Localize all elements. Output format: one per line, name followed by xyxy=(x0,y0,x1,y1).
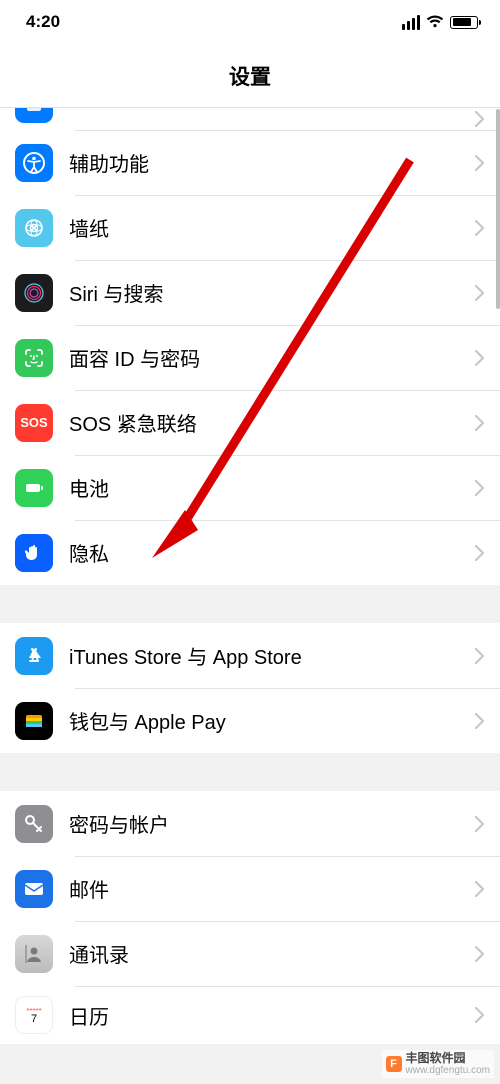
svg-text:7: 7 xyxy=(31,1013,37,1025)
settings-row-display-brightness[interactable] xyxy=(0,108,500,130)
wifi-icon xyxy=(426,15,444,29)
settings-group-2: iTunes Store 与 App Store 钱包与 Apple Pay xyxy=(0,623,500,753)
page-title-text: 设置 xyxy=(229,61,271,91)
chevron-right-icon xyxy=(475,155,485,171)
chevron-right-icon xyxy=(475,415,485,431)
chevron-right-icon xyxy=(475,111,485,127)
chevron-right-icon xyxy=(475,1007,485,1023)
wallet-icon xyxy=(15,702,53,740)
settings-row-wallpaper[interactable]: 墙纸 xyxy=(0,195,500,260)
settings-row-label: SOS 紧急联络 xyxy=(69,408,475,437)
settings-row-calendar[interactable]: 7 日历 xyxy=(0,986,500,1044)
section-gap xyxy=(0,753,500,791)
faceid-icon xyxy=(15,339,53,377)
key-icon xyxy=(15,805,53,843)
page-title: 设置 xyxy=(0,44,500,108)
settings-row-label: 邮件 xyxy=(69,874,475,903)
calendar-icon: 7 xyxy=(15,996,53,1034)
settings-row-faceid[interactable]: 面容 ID 与密码 xyxy=(0,325,500,390)
settings-row-siri[interactable]: Siri 与搜索 xyxy=(0,260,500,325)
privacy-hand-icon xyxy=(15,534,53,572)
status-time: 4:20 xyxy=(26,12,60,32)
contacts-icon xyxy=(15,935,53,973)
status-right xyxy=(402,15,478,30)
settings-group-1: 辅助功能 墙纸 Siri 与搜索 xyxy=(0,108,500,585)
settings-group-3: 密码与帐户 邮件 通讯录 7 日历 xyxy=(0,791,500,1044)
settings-row-label: 面容 ID 与密码 xyxy=(69,343,475,372)
settings-row-wallet[interactable]: 钱包与 Apple Pay xyxy=(0,688,500,753)
settings-row-accessibility[interactable]: 辅助功能 xyxy=(0,130,500,195)
settings-row-label: 隐私 xyxy=(69,538,475,567)
chevron-right-icon xyxy=(475,881,485,897)
chevron-right-icon xyxy=(475,285,485,301)
watermark: F 丰图软件园 www.dgfengtu.com xyxy=(382,1050,495,1078)
section-gap xyxy=(0,585,500,623)
chevron-right-icon xyxy=(475,480,485,496)
accessibility-icon xyxy=(15,144,53,182)
chevron-right-icon xyxy=(475,816,485,832)
settings-row-sos[interactable]: SOS SOS 紧急联络 xyxy=(0,390,500,455)
settings-row-label: iTunes Store 与 App Store xyxy=(69,641,475,670)
sos-icon: SOS xyxy=(15,404,53,442)
chevron-right-icon xyxy=(475,350,485,366)
settings-row-contacts[interactable]: 通讯录 xyxy=(0,921,500,986)
settings-row-label: 密码与帐户 xyxy=(69,809,475,838)
settings-row-label: 日历 xyxy=(69,1001,475,1030)
chevron-right-icon xyxy=(475,220,485,236)
settings-row-mail[interactable]: 邮件 xyxy=(0,856,500,921)
status-bar: 4:20 xyxy=(0,0,500,44)
settings-row-privacy[interactable]: 隐私 xyxy=(0,520,500,585)
battery-settings-icon xyxy=(15,469,53,507)
chevron-right-icon xyxy=(475,713,485,729)
battery-icon xyxy=(450,16,478,29)
watermark-url: www.dgfengtu.com xyxy=(406,1065,491,1076)
chevron-right-icon xyxy=(475,648,485,664)
wallpaper-icon xyxy=(15,209,53,247)
settings-row-passwords[interactable]: 密码与帐户 xyxy=(0,791,500,856)
watermark-name: 丰图软件园 xyxy=(406,1052,491,1065)
display-icon xyxy=(15,108,53,123)
chevron-right-icon xyxy=(475,946,485,962)
settings-row-label: 辅助功能 xyxy=(69,148,475,177)
settings-row-label: Siri 与搜索 xyxy=(69,278,475,307)
cellular-signal-icon xyxy=(402,15,420,30)
settings-row-label: 电池 xyxy=(69,473,475,502)
settings-row-label: 墙纸 xyxy=(69,213,475,242)
appstore-icon xyxy=(15,637,53,675)
settings-row-label: 通讯录 xyxy=(69,939,475,968)
scrollbar-indicator[interactable] xyxy=(496,109,500,309)
siri-icon xyxy=(15,274,53,312)
chevron-right-icon xyxy=(475,545,485,561)
mail-icon xyxy=(15,870,53,908)
settings-row-label: 钱包与 Apple Pay xyxy=(69,706,475,735)
settings-row-battery[interactable]: 电池 xyxy=(0,455,500,520)
watermark-logo: F xyxy=(386,1056,402,1072)
settings-row-itunes-appstore[interactable]: iTunes Store 与 App Store xyxy=(0,623,500,688)
